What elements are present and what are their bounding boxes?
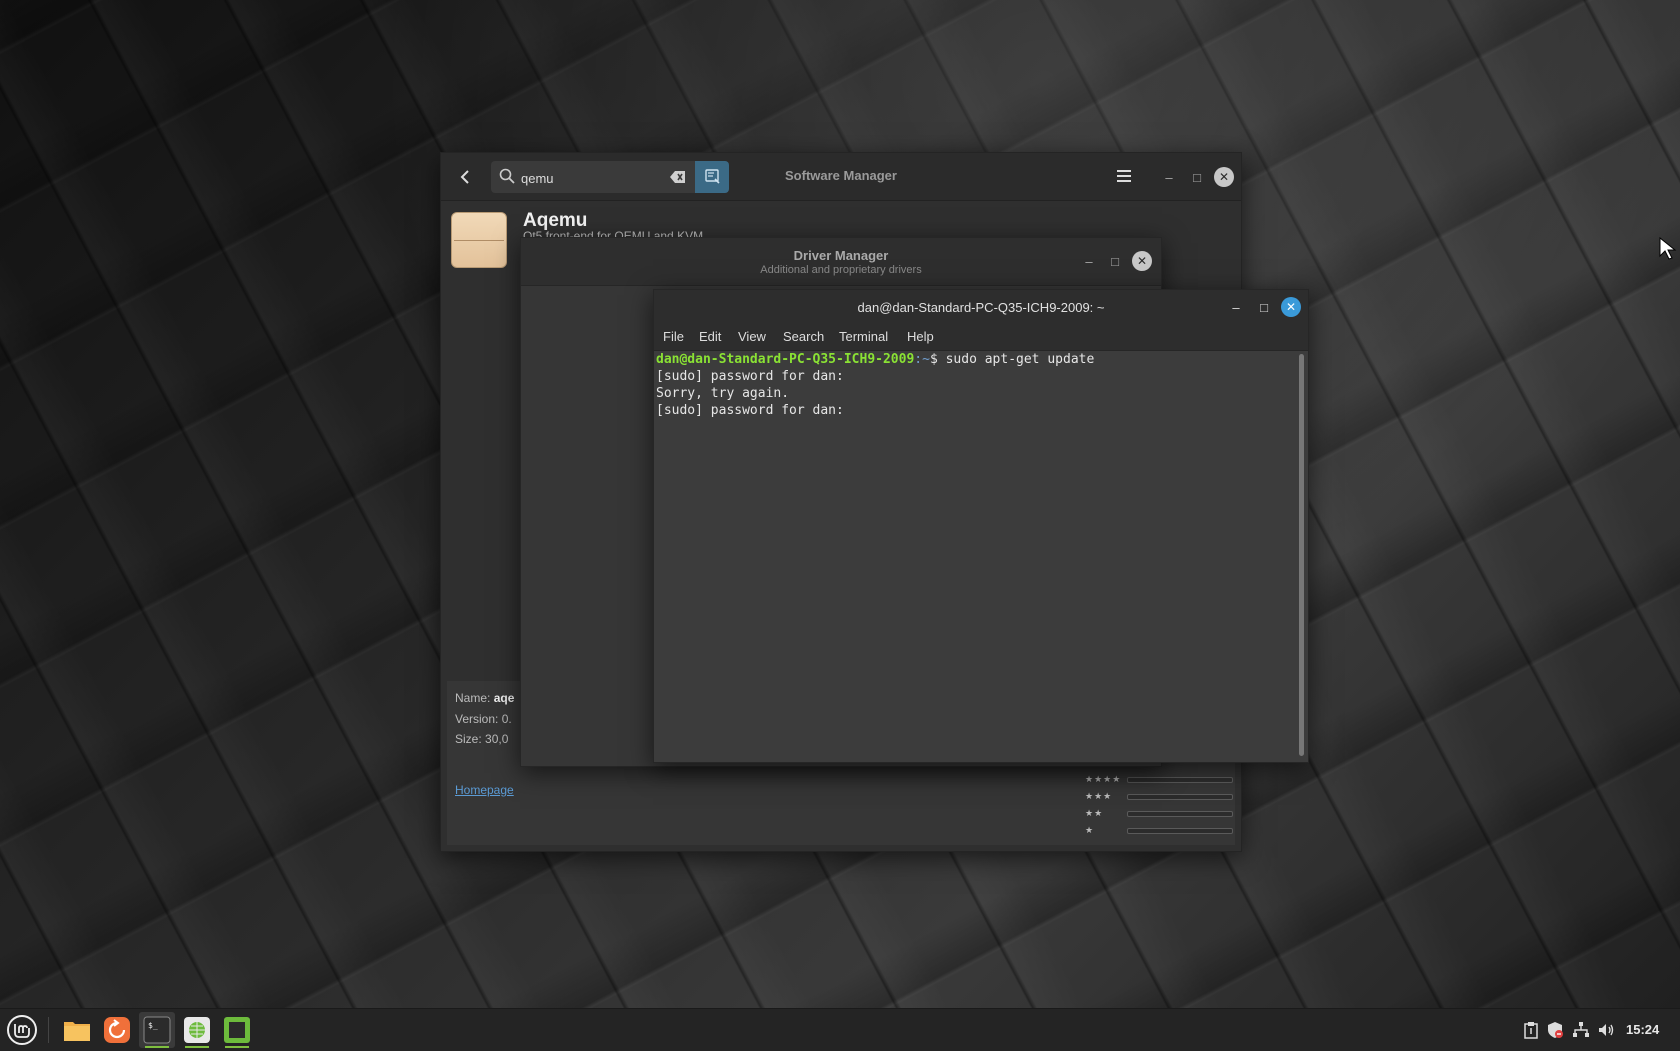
output-line: Sorry, try again. (656, 386, 790, 401)
maximize-icon: □ (1193, 169, 1201, 185)
rating-4-bar (1127, 777, 1233, 783)
green-app-icon (224, 1017, 250, 1043)
hamburger-menu-icon[interactable] (1115, 167, 1133, 185)
rating-4-stars: ★★★★ (1085, 774, 1122, 784)
clock[interactable]: 15:24 (1626, 1022, 1659, 1037)
close-icon: ✕ (1136, 254, 1148, 268)
menu-file[interactable]: File (663, 329, 684, 344)
close-button[interactable]: ✕ (1214, 167, 1234, 187)
volume-icon[interactable] (1597, 1021, 1615, 1039)
rating-3-bar (1127, 794, 1233, 800)
folder-icon (64, 1022, 90, 1041)
security-shield-icon[interactable] (1546, 1021, 1564, 1039)
minimize-button[interactable]: – (1159, 167, 1179, 187)
rating-2-bar (1127, 811, 1233, 817)
minimize-button[interactable]: – (1226, 297, 1246, 317)
network-icon[interactable] (1572, 1021, 1590, 1039)
homepage-link[interactable]: Homepage (455, 783, 514, 797)
menu-search[interactable]: Search (783, 329, 824, 344)
update-manager-launcher[interactable] (99, 1012, 135, 1048)
command-line: dan@dan-Standard-PC-Q35-ICH9-2009:~$ sud… (656, 351, 1296, 368)
menu-help[interactable]: Help (907, 329, 934, 344)
mint-menu-button[interactable] (4, 1012, 40, 1048)
minimize-icon: – (1232, 299, 1240, 315)
active-indicator (145, 1046, 169, 1048)
prompt-user-host: dan@dan-Standard-PC-Q35-ICH9-2009 (656, 352, 915, 367)
terminal-header: dan@dan-Standard-PC-Q35-ICH9-2009: ~ – □… (654, 290, 1308, 324)
active-indicator (225, 1046, 249, 1048)
svg-text:$_: $_ (148, 1021, 158, 1030)
software-manager-header: Software Manager – □ ✕ (441, 153, 1241, 201)
taskbar-separator (48, 1017, 49, 1043)
terminal-icon: $_ (143, 1016, 171, 1044)
terminal-scrollbar[interactable] (1299, 354, 1304, 756)
minimize-icon: – (1085, 253, 1093, 269)
active-indicator (185, 1046, 209, 1048)
clipboard-icon[interactable] (1522, 1021, 1540, 1039)
minimize-button[interactable]: – (1079, 251, 1099, 271)
maximize-icon: □ (1111, 253, 1119, 269)
command-text: sudo apt-get update (945, 352, 1095, 367)
menu-terminal[interactable]: Terminal (839, 329, 888, 344)
terminal-output[interactable]: dan@dan-Standard-PC-Q35-ICH9-2009:~$ sud… (656, 351, 1296, 759)
window-title: dan@dan-Standard-PC-Q35-ICH9-2009: ~ (857, 300, 1105, 315)
close-icon: ✕ (1218, 170, 1230, 184)
detail-name: Name: aqe (455, 691, 515, 705)
terminal-window: dan@dan-Standard-PC-Q35-ICH9-2009: ~ – □… (653, 289, 1309, 763)
prompt-symbol: $ (929, 352, 946, 367)
network-globe-icon (184, 1017, 210, 1043)
app-package-icon (451, 212, 507, 268)
mouse-pointer-icon (1659, 237, 1677, 260)
prompt-path: :~ (914, 352, 930, 367)
app-launcher-green[interactable] (219, 1012, 255, 1048)
maximize-icon: □ (1260, 299, 1268, 315)
taskbar: $_ 15:24 (0, 1008, 1680, 1051)
rating-2-stars: ★★ (1085, 808, 1104, 818)
close-button[interactable]: ✕ (1132, 251, 1152, 271)
window-title: Driver Manager (793, 248, 889, 263)
menu-edit[interactable]: Edit (699, 329, 721, 344)
mint-menu-icon (7, 1015, 37, 1045)
rating-3-stars: ★★★ (1085, 791, 1113, 801)
rating-1-bar (1127, 828, 1233, 834)
desktop-background: Software Manager – □ ✕ Aqemu Qt5 front-e… (0, 0, 1680, 1008)
minimize-icon: – (1165, 169, 1173, 185)
maximize-button[interactable]: □ (1187, 167, 1207, 187)
update-shield-icon (104, 1017, 130, 1043)
menu-view[interactable]: View (738, 329, 766, 344)
detail-version: Version: 0. (455, 712, 512, 726)
close-button[interactable]: ✕ (1281, 297, 1301, 317)
window-subtitle: Additional and proprietary drivers (760, 264, 922, 276)
driver-manager-header: Driver Manager Additional and proprietar… (521, 238, 1161, 286)
files-launcher[interactable] (59, 1012, 95, 1048)
output-line: [sudo] password for dan: (656, 369, 844, 384)
detail-size: Size: 30,0 (455, 732, 509, 746)
web-app-launcher[interactable] (179, 1012, 215, 1048)
output-line: [sudo] password for dan: (656, 403, 844, 418)
terminal-launcher[interactable]: $_ (139, 1012, 175, 1048)
maximize-button[interactable]: □ (1254, 297, 1274, 317)
rating-1-stars: ★ (1085, 825, 1095, 835)
terminal-menubar: File Edit View Search Terminal Help (654, 324, 1308, 351)
maximize-button[interactable]: □ (1105, 251, 1125, 271)
close-icon: ✕ (1285, 300, 1297, 314)
